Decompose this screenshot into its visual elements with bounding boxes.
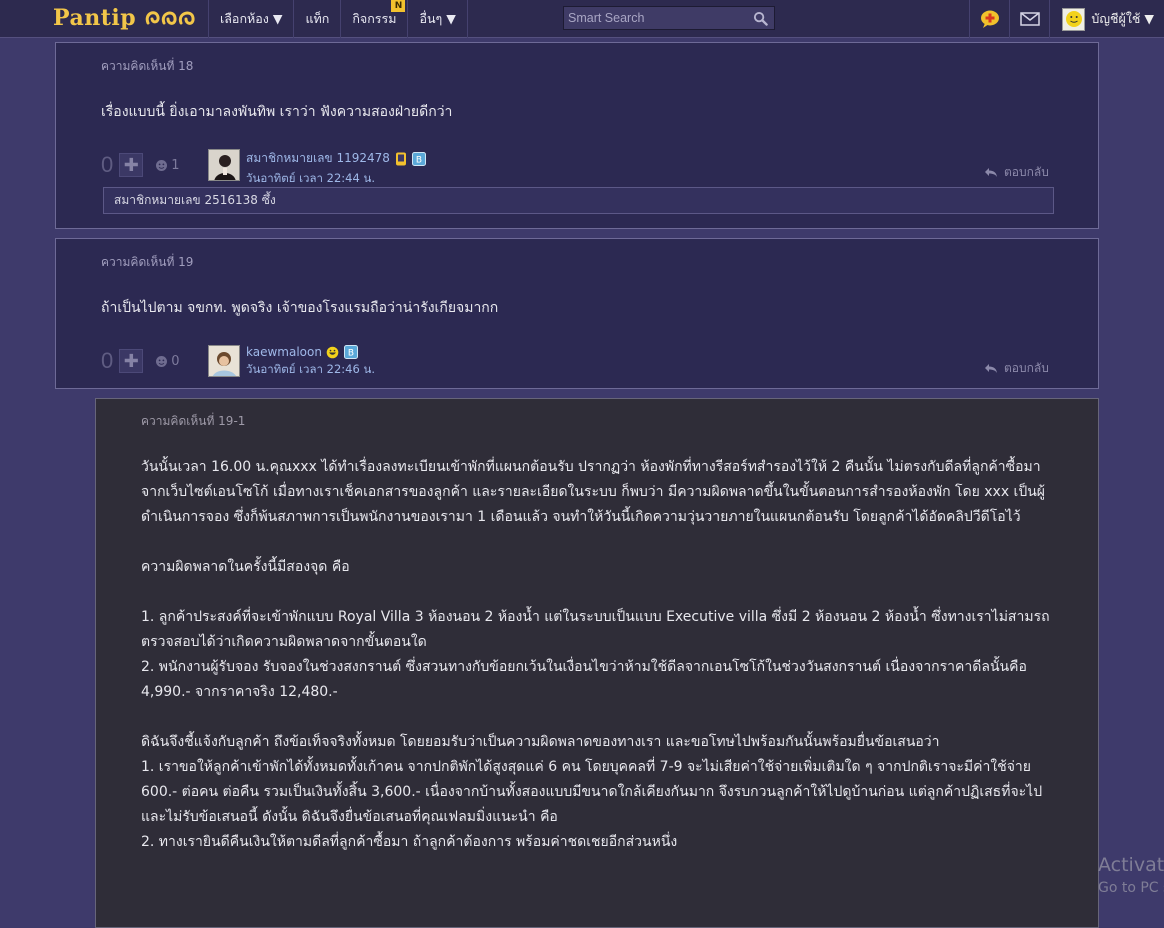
search-icon[interactable]	[753, 11, 768, 26]
account-label: บัญชีผู้ใช้ ▼	[1091, 11, 1154, 26]
comment-text: ถ้าเป็นไปตาม จขกท. พูดจริง เจ้าของโรงแรม…	[101, 300, 499, 316]
mail-icon	[1020, 12, 1040, 26]
emotion-button[interactable]: 0	[155, 353, 180, 369]
messages-button[interactable]	[1009, 0, 1049, 38]
account-avatar	[1062, 7, 1086, 31]
user-photo	[209, 346, 239, 376]
emotion-face-icon	[156, 355, 168, 367]
comment-18: ความคิดเห็นที่ 18 เรื่องแบบนี้ ยิ่งเอามา…	[55, 42, 1099, 229]
paragraph	[141, 580, 1051, 605]
comment-body: วันนั้นเวลา 16.00 น.คุณxxx ได้ทำเรื่องลง…	[141, 455, 1051, 855]
smiley-badge-icon	[326, 345, 340, 359]
smiley-icon	[1065, 11, 1082, 27]
vote-plus-button[interactable]: ✚	[119, 349, 144, 373]
menu-label: กิจกรรม	[352, 11, 397, 26]
search-box	[563, 6, 775, 30]
menu-select-room[interactable]: เลือกห้อง ▼	[208, 0, 293, 38]
comment-19: ความคิดเห็นที่ 19 ถ้าเป็นไปตาม จขกท. พูด…	[55, 238, 1099, 389]
account-menu[interactable]: บัญชีผู้ใช้ ▼	[1049, 0, 1164, 38]
top-navbar: Pantip เลือกห้อง ▼ แท็ก กิจกรรม N อื่นๆ …	[0, 0, 1164, 38]
user-name[interactable]: kaewmaloon	[246, 345, 322, 359]
comment-number: ความคิดเห็นที่ 18	[101, 59, 194, 73]
nav-right: บัญชีผู้ใช้ ▼	[969, 0, 1164, 38]
menu-more[interactable]: อื่นๆ ▼	[407, 0, 468, 38]
menu-label: แท็ก	[305, 11, 330, 26]
emotion-button[interactable]: 1	[155, 157, 180, 173]
paragraph: ความผิดพลาดในครั้งนี้มีสองจุด คือ	[141, 559, 350, 575]
reaction-summary: สมาชิกหมายเลข 2516138 ซึ้ง	[103, 187, 1054, 214]
watermark-line-1: Activate	[1098, 854, 1164, 876]
paragraph: วันนั้นเวลา 16.00 น.คุณxxx ได้ทำเรื่องลง…	[141, 459, 1046, 525]
pantip-logo[interactable]: Pantip	[53, 3, 198, 33]
vote-plus-button[interactable]: ✚	[119, 153, 144, 177]
paragraph: 2. พนักงานผู้รับจอง รับจองในช่วงสงกรานต์…	[141, 659, 1027, 700]
comment-author: kaewmaloon B วันอาทิตย์ เวลา 22:46 น.	[208, 345, 375, 379]
blog-badge-icon: B	[343, 345, 358, 359]
watermark-line-2: Go to PC s	[1098, 880, 1164, 896]
comment-19-1: ความคิดเห็นที่ 19-1 วันนั้นเวลา 16.00 น.…	[95, 398, 1099, 928]
paragraph	[141, 530, 1051, 555]
menu-tag[interactable]: แท็ก	[293, 0, 340, 38]
new-badge: N	[391, 0, 406, 12]
reply-label: ตอบกลับ	[1004, 165, 1049, 179]
vote-area: 0 ✚ 1	[101, 152, 180, 178]
emotion-count: 0	[171, 353, 180, 369]
create-topic-button[interactable]	[969, 0, 1009, 38]
comment-number: ความคิดเห็นที่ 19	[101, 255, 194, 269]
comment-author: สมาชิกหมายเลข 1192478 B วันอาทิตย์ เวลา …	[208, 149, 426, 188]
user-name[interactable]: สมาชิกหมายเลข 1192478	[246, 149, 390, 168]
menu-label: เลือกห้อง ▼	[220, 11, 283, 26]
paragraph: ดิฉันจึงชี้แจ้งกับลูกค้า ถึงข้อเท็จจริงท…	[141, 734, 940, 750]
svg-text:B: B	[348, 349, 354, 359]
reply-label: ตอบกลับ	[1004, 361, 1049, 375]
svg-text:B: B	[416, 155, 422, 165]
emotion-count: 1	[171, 157, 180, 173]
menu-label: อื่นๆ ▼	[419, 11, 456, 26]
reply-button[interactable]: ตอบกลับ	[984, 163, 1049, 182]
user-avatar[interactable]	[208, 149, 240, 181]
paragraph: 1. เราขอให้ลูกค้าเข้าพักได้ทั้งหมดทั้งเก…	[141, 759, 1043, 825]
user-photo	[209, 150, 239, 180]
comment-text: เรื่องแบบนี้ ยิ่งเอามาลงพันทิพ เราว่า ฟั…	[101, 104, 453, 120]
comment-time: วันอาทิตย์ เวลา 22:46 น.	[246, 362, 375, 376]
vote-score: 0	[101, 348, 114, 373]
emotion-face-icon	[156, 159, 168, 171]
menu-activities[interactable]: กิจกรรม N	[340, 0, 407, 38]
speech-bubble-plus-icon	[980, 10, 999, 28]
mobile-badge-icon	[394, 152, 408, 166]
comment-number: ความคิดเห็นที่ 19-1	[141, 414, 246, 428]
vote-score: 0	[101, 152, 114, 177]
reply-arrow-icon	[985, 168, 997, 177]
paragraph	[141, 705, 1051, 730]
logo-mark-icon	[145, 11, 195, 25]
reply-arrow-icon	[985, 364, 997, 373]
paragraph: 1. ลูกค้าประสงค์ที่จะเข้าพักแบบ Royal Vi…	[141, 609, 1050, 650]
user-avatar[interactable]	[208, 345, 240, 377]
paragraph: 2. ทางเรายินดีคืนเงินให้ตามดีลที่ลูกค้าซ…	[141, 834, 678, 850]
activate-windows-watermark: Activate Go to PC s	[1098, 854, 1164, 900]
blog-badge-icon: B	[411, 151, 426, 166]
logo-text[interactable]: Pantip	[53, 5, 136, 31]
main-menu: เลือกห้อง ▼ แท็ก กิจกรรม N อื่นๆ ▼	[208, 0, 468, 38]
vote-area: 0 ✚ 0	[101, 348, 180, 374]
reply-button[interactable]: ตอบกลับ	[984, 359, 1049, 378]
comment-time: วันอาทิตย์ เวลา 22:44 น.	[246, 171, 375, 185]
search-input[interactable]	[564, 7, 774, 29]
